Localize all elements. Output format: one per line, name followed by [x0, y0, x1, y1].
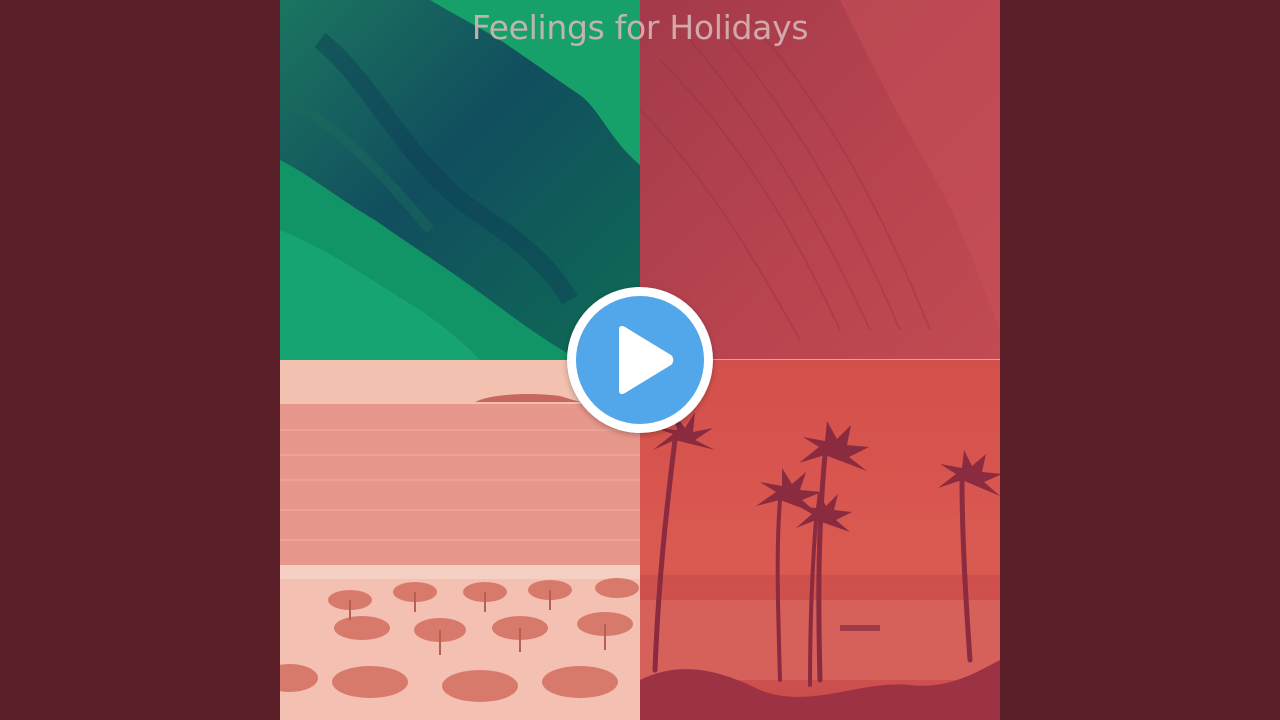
play-button[interactable]: [567, 287, 713, 433]
cover-tile-aerial-green: [280, 0, 640, 360]
play-icon: [619, 325, 674, 395]
cover-tile-beach: [280, 360, 640, 720]
cover-tile-palms: [640, 360, 1000, 720]
cover-title: Feelings for Holidays: [471, 8, 809, 47]
cover-tile-dune: [640, 0, 1000, 360]
video-player[interactable]: Feelings for Holidays: [0, 0, 1280, 720]
